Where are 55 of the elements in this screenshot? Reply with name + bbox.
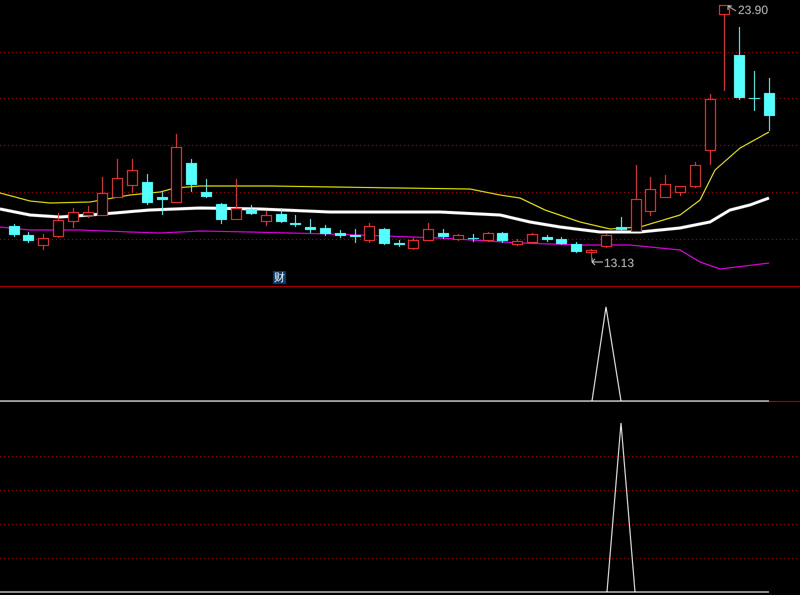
candlestick [201, 178, 212, 198]
candlestick [586, 248, 597, 258]
candlestick [231, 178, 242, 220]
candlestick [246, 204, 257, 216]
low-price-label: 13.13 [604, 256, 634, 270]
candlestick [423, 222, 434, 242]
candlestick [379, 228, 390, 246]
candlestick [512, 238, 523, 246]
candlestick [97, 176, 108, 216]
candlestick [705, 94, 716, 166]
candlestick [364, 222, 375, 244]
candlestick [68, 208, 79, 228]
candlestick [749, 70, 760, 112]
candlestick [497, 232, 508, 244]
candlestick [38, 234, 49, 250]
candlestick [142, 174, 153, 206]
candlestick [350, 228, 361, 244]
candlestick [9, 224, 20, 238]
candlestick [527, 232, 538, 244]
arrow-icon [728, 6, 736, 12]
candlestick [171, 134, 182, 204]
candlestick [483, 232, 494, 242]
candlestick [23, 232, 34, 244]
candlestick [408, 238, 419, 250]
candlestick [320, 224, 331, 236]
candlestick [660, 174, 671, 198]
candlestick [276, 208, 287, 224]
candlestick [83, 206, 94, 218]
candlestick [438, 228, 449, 240]
candlestick [186, 158, 197, 192]
candlestick [690, 162, 701, 188]
candlestick [453, 234, 464, 242]
candlestick [542, 234, 553, 242]
candlestick [631, 164, 642, 232]
candlestick [645, 176, 656, 216]
candlestick [616, 216, 627, 232]
candlestick [764, 78, 775, 132]
candlestick [261, 210, 272, 226]
candlestick [216, 202, 227, 224]
candlestick [112, 158, 123, 198]
candlestick [157, 192, 168, 216]
candlestick [571, 242, 582, 254]
candlestick [468, 234, 479, 242]
candlestick [675, 186, 686, 196]
candlestick [53, 212, 64, 238]
candlestick [394, 240, 405, 248]
candlestick [305, 218, 316, 234]
candlestick [127, 158, 138, 194]
candlestick [601, 234, 612, 248]
arrow-icon [592, 258, 604, 266]
candlestick [335, 230, 346, 238]
candlestick [290, 214, 301, 228]
finance-marker: 财 [273, 271, 286, 284]
high-price-label: 23.90 [738, 3, 768, 17]
candlestick [556, 236, 567, 246]
